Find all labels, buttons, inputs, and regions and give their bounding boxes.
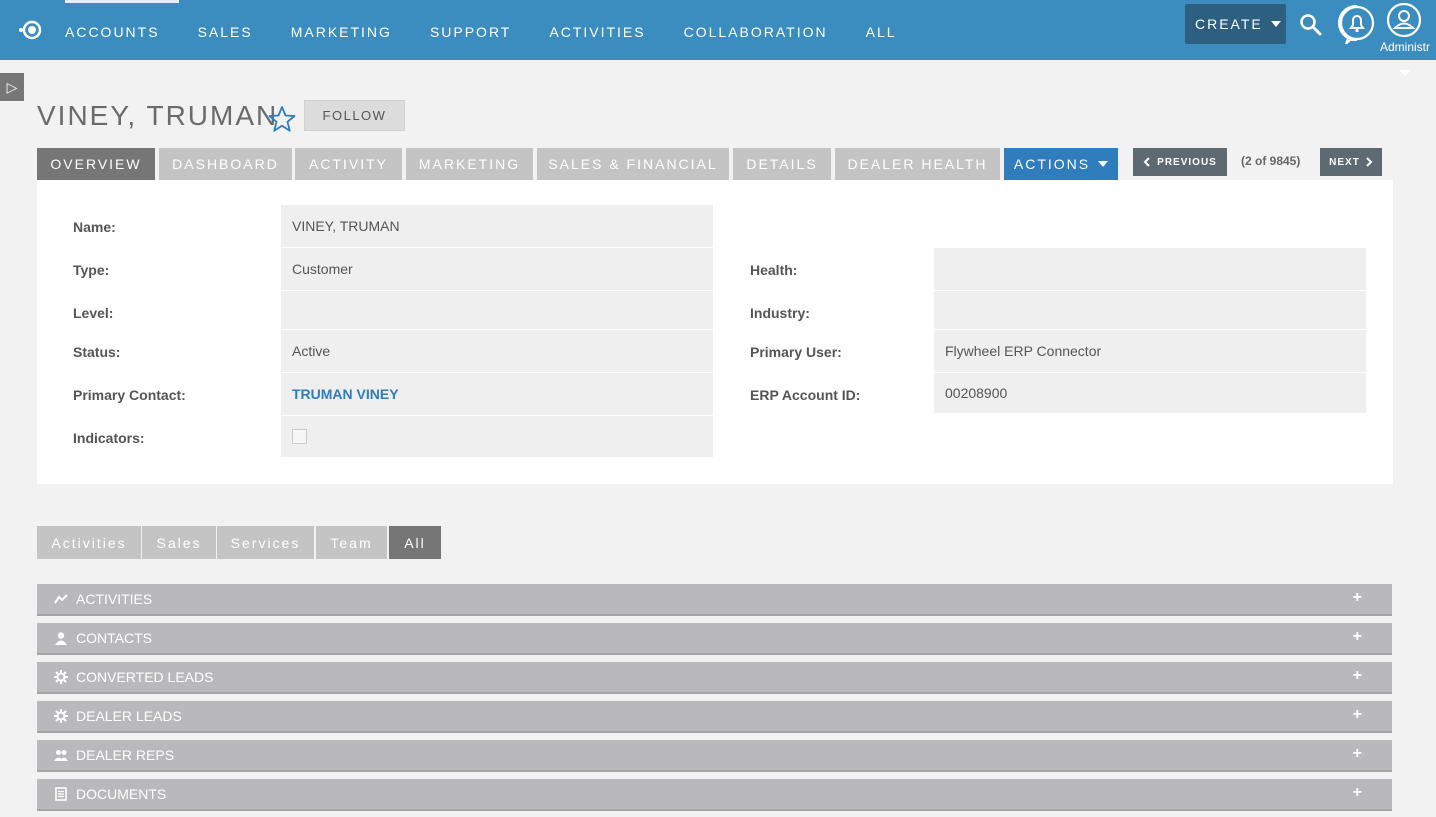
chevron-down-icon <box>1098 161 1109 167</box>
user-menu-caret-icon[interactable] <box>1399 70 1411 76</box>
nav-collaboration[interactable]: COLLABORATION <box>665 0 847 60</box>
tab-details[interactable]: DETAILS <box>733 148 831 180</box>
subpanel-title: CONVERTED LEADS <box>76 669 214 685</box>
gear-icon <box>54 670 68 684</box>
subpanel-dealer-leads[interactable]: DEALER LEADS + <box>37 701 1392 733</box>
industry-value <box>934 291 1366 330</box>
create-button[interactable]: CREATE <box>1185 4 1286 44</box>
subtab-all[interactable]: All <box>389 526 441 559</box>
subpanel-dealer-reps[interactable]: DEALER REPS + <box>37 740 1392 772</box>
nav-activities[interactable]: ACTIVITIES <box>530 0 664 60</box>
health-label: Health: <box>750 262 798 278</box>
subpanel-documents[interactable]: DOCUMENTS + <box>37 779 1392 811</box>
nav-sales[interactable]: SALES <box>179 0 272 60</box>
record-title: VINEY, TRUMAN <box>37 100 279 131</box>
tab-sales-financial[interactable]: SALES & FINANCIAL <box>537 148 729 180</box>
primary-user-label: Primary User: <box>750 344 842 360</box>
nav-accounts[interactable]: ACCOUNTS <box>46 0 179 60</box>
nav-marketing[interactable]: MARKETING <box>272 0 411 60</box>
erp-account-id-value: 00208900 <box>934 373 1366 414</box>
previous-label: PREVIOUS <box>1157 156 1217 168</box>
expand-plus-icon[interactable]: + <box>1353 628 1362 646</box>
subpanel-contacts[interactable]: CONTACTS + <box>37 623 1392 655</box>
status-label: Status: <box>73 344 121 360</box>
expand-plus-icon[interactable]: + <box>1353 667 1362 685</box>
favorite-star-icon[interactable] <box>267 104 297 134</box>
tab-dashboard[interactable]: DASHBOARD <box>159 148 292 180</box>
subtab-sales[interactable]: Sales <box>142 526 216 559</box>
expand-plus-icon[interactable]: + <box>1353 706 1362 724</box>
user-avatar-icon[interactable] <box>1386 2 1422 38</box>
nav-support[interactable]: SUPPORT <box>411 0 530 60</box>
tab-dealer-health[interactable]: DEALER HEALTH <box>835 148 1000 180</box>
tab-marketing[interactable]: MARKETING <box>406 148 533 180</box>
chevron-left-icon <box>1143 157 1150 167</box>
industry-label: Industry: <box>750 305 810 321</box>
gear-icon <box>54 709 68 723</box>
subtab-activities[interactable]: Activities <box>37 526 141 559</box>
tab-activity[interactable]: ACTIVITY <box>295 148 402 180</box>
status-value: Active <box>281 330 713 373</box>
actions-dropdown-button[interactable]: ACTIONS <box>1004 148 1118 180</box>
top-navigation-bar: ACCOUNTS SALES MARKETING SUPPORT ACTIVIT… <box>0 0 1436 76</box>
subpanel-activities[interactable]: ACTIVITIES + <box>37 584 1392 616</box>
user-name[interactable]: Administr <box>1380 40 1430 54</box>
follow-button[interactable]: FOLLOW <box>304 100 405 131</box>
subtab-team[interactable]: Team <box>316 526 387 559</box>
next-record-button[interactable]: NEXT <box>1320 148 1382 176</box>
level-label: Level: <box>73 305 114 321</box>
expand-plus-icon[interactable]: + <box>1353 589 1362 607</box>
nav-all[interactable]: ALL <box>847 0 916 60</box>
document-icon <box>54 787 68 801</box>
expand-plus-icon[interactable]: + <box>1353 745 1362 763</box>
name-label: Name: <box>73 219 116 235</box>
type-value: Customer <box>281 248 713 291</box>
subpanel-title: ACTIVITIES <box>76 591 153 607</box>
type-label: Type: <box>73 262 110 278</box>
subpanel-title: DEALER LEADS <box>76 708 182 724</box>
expand-plus-icon[interactable]: + <box>1353 784 1362 802</box>
sidebar-toggle-button[interactable]: ▷ <box>0 73 24 101</box>
name-value: VINEY, TRUMAN <box>281 205 713 248</box>
search-icon[interactable] <box>1298 12 1322 36</box>
erp-account-id-label: ERP Account ID: <box>750 387 861 403</box>
subpanel-converted-leads[interactable]: CONVERTED LEADS + <box>37 662 1392 694</box>
notifications-bell-icon[interactable] <box>1338 4 1376 44</box>
indicators-value <box>281 416 713 458</box>
next-label: NEXT <box>1329 156 1360 168</box>
indicators-checkbox[interactable] <box>292 429 307 444</box>
previous-record-button[interactable]: PREVIOUS <box>1133 148 1227 176</box>
primary-contact-link[interactable]: TRUMAN VINEY <box>281 373 713 416</box>
activities-icon <box>54 592 68 606</box>
subpanel-title: DOCUMENTS <box>76 786 167 802</box>
people-icon <box>54 748 68 762</box>
health-value <box>934 248 1366 291</box>
overview-detail-panel: Name: VINEY, TRUMAN Type: Customer Level… <box>37 180 1393 484</box>
play-icon: ▷ <box>6 78 18 95</box>
subpanel-title: CONTACTS <box>76 630 152 646</box>
subtab-services[interactable]: Services <box>217 526 314 559</box>
main-menu: ACCOUNTS SALES MARKETING SUPPORT ACTIVIT… <box>46 0 916 60</box>
subpanel-title: DEALER REPS <box>76 747 175 763</box>
indicators-label: Indicators: <box>73 430 145 446</box>
create-button-label: CREATE <box>1195 16 1263 32</box>
person-icon <box>54 631 68 645</box>
tab-overview[interactable]: OVERVIEW <box>37 148 155 180</box>
actions-label: ACTIONS <box>1013 156 1091 172</box>
chevron-right-icon <box>1366 157 1373 167</box>
app-logo-icon[interactable] <box>18 18 44 44</box>
chevron-down-icon <box>1270 21 1281 27</box>
level-value <box>281 291 713 330</box>
primary-user-value: Flywheel ERP Connector <box>934 330 1366 373</box>
record-position-count: (2 of 9845) <box>1241 154 1301 168</box>
primary-contact-label: Primary Contact: <box>73 387 186 403</box>
